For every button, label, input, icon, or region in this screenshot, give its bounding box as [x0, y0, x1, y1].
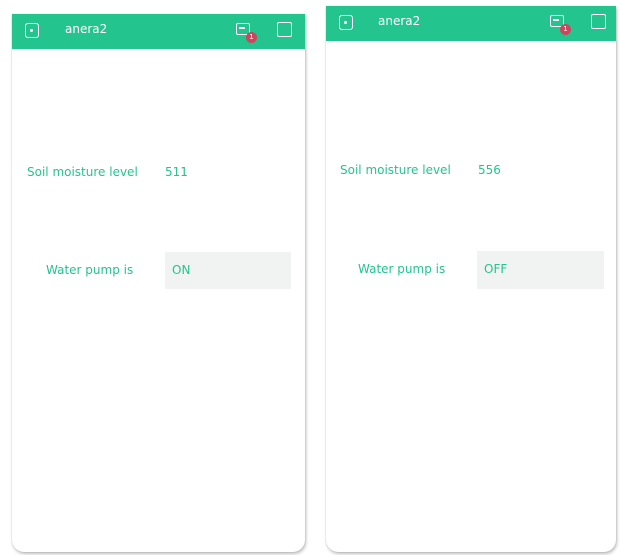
soil-moisture-label: Soil moisture level	[340, 163, 451, 177]
phone-screen-right: anera2 1 Soil moisture level 556 Water p…	[326, 6, 616, 552]
notification-badge: 1	[246, 32, 257, 43]
soil-moisture-label: Soil moisture level	[27, 165, 138, 179]
app-header: anera2 1	[326, 6, 616, 41]
water-pump-status-display: OFF	[477, 251, 604, 289]
project-title: anera2	[378, 14, 421, 28]
project-title: anera2	[65, 22, 108, 36]
stop-square-icon[interactable]	[591, 14, 606, 29]
device-app-icon[interactable]	[339, 13, 353, 30]
notification-badge: 1	[560, 24, 571, 35]
phone-screen-left: anera2 1 Soil moisture level 511 Water p…	[12, 14, 305, 552]
water-pump-status-display: ON	[165, 252, 291, 289]
water-pump-label: Water pump is	[46, 263, 134, 277]
soil-moisture-value: 511	[165, 165, 188, 179]
water-pump-label: Water pump is	[358, 262, 446, 276]
stop-square-icon[interactable]	[277, 22, 292, 37]
device-app-icon[interactable]	[25, 21, 39, 38]
soil-moisture-value: 556	[478, 163, 501, 177]
app-header: anera2 1	[12, 14, 305, 49]
screenshot-stage: anera2 1 Soil moisture level 511 Water p…	[0, 0, 621, 555]
